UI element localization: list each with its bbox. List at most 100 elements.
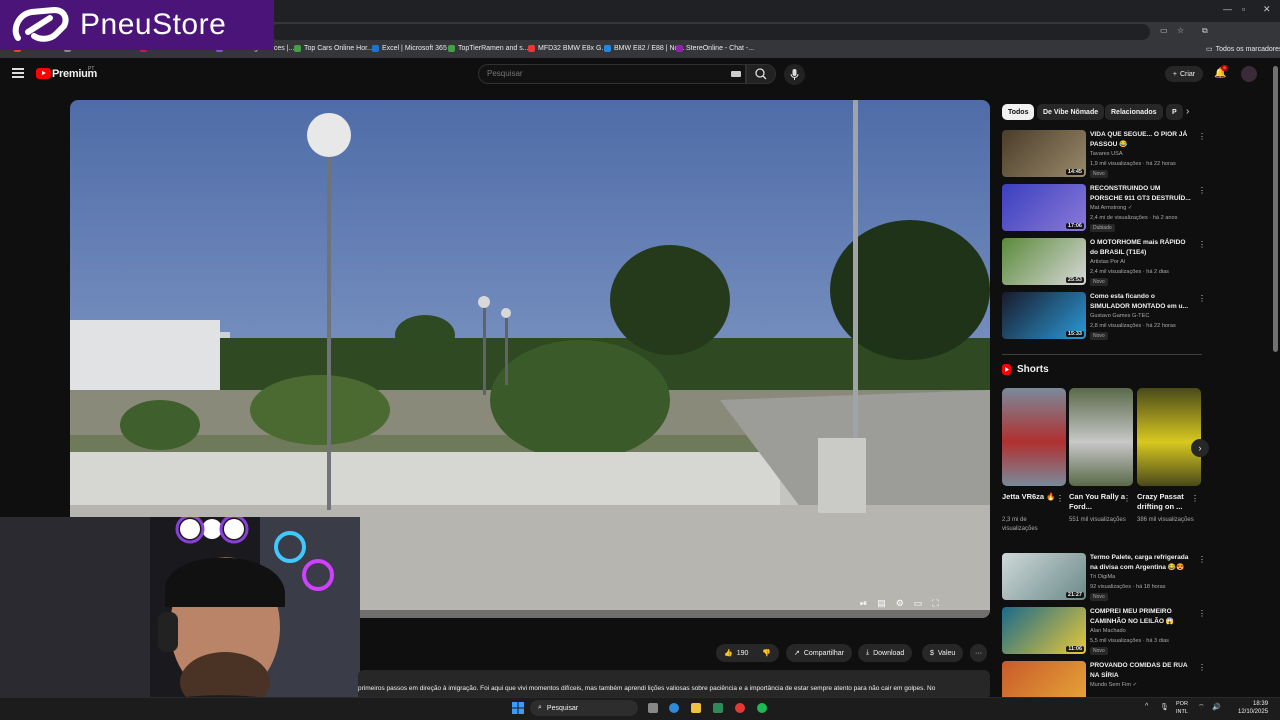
more-options-icon[interactable]: ⋮ bbox=[1198, 240, 1206, 249]
video-recommendation[interactable]: 15:33 Como esta ficando o SIMULADOR MONTA… bbox=[1002, 292, 1206, 344]
channel-name[interactable]: Gustavo Games G-TEC bbox=[1090, 313, 1149, 319]
star-icon[interactable]: ☆ bbox=[1177, 26, 1184, 35]
video-thumbnail[interactable]: 21:27 bbox=[1002, 553, 1086, 600]
thanks-button[interactable]: $ Valeu bbox=[922, 644, 964, 662]
short-thumbnail[interactable] bbox=[1069, 388, 1133, 486]
video-thumbnail[interactable]: 14:45 bbox=[1002, 130, 1086, 177]
bookmark-item[interactable]: Excel | Microsoft 365 bbox=[372, 45, 447, 52]
file-explorer-icon[interactable] bbox=[691, 703, 701, 713]
wifi-icon[interactable]: ⌔ bbox=[1198, 703, 1205, 712]
video-title[interactable]: COMPREI MEU PRIMEIRO CAMINHÃO NO LEILÃO … bbox=[1090, 607, 1192, 626]
more-options-icon[interactable]: ⋮ bbox=[1198, 609, 1206, 618]
fullscreen-icon[interactable]: ⛶ bbox=[932, 598, 938, 614]
video-thumbnail[interactable]: 15:33 bbox=[1002, 292, 1086, 339]
video-thumbnail[interactable]: 25:53 bbox=[1002, 238, 1086, 285]
search-input[interactable] bbox=[487, 69, 717, 78]
more-options-icon[interactable]: ⋮ bbox=[1191, 494, 1199, 503]
url-field[interactable] bbox=[270, 24, 1150, 40]
short-title[interactable]: Jetta VR6za 🔥 bbox=[1002, 492, 1058, 502]
youtube-logo-icon[interactable] bbox=[36, 68, 51, 79]
channel-name[interactable]: Artistas Por Aí bbox=[1090, 259, 1125, 265]
system-clock[interactable]: 18:39 12/10/2025 bbox=[1238, 700, 1268, 716]
more-options-icon[interactable]: ⋮ bbox=[1198, 186, 1206, 195]
filter-chip[interactable]: P bbox=[1166, 104, 1183, 120]
video-thumbnail[interactable]: 17:06 bbox=[1002, 184, 1086, 231]
short-title[interactable]: Can You Rally a Ford... bbox=[1069, 492, 1125, 512]
menu-icon[interactable] bbox=[12, 68, 24, 78]
autoplay-toggle[interactable]: ⏯ bbox=[860, 598, 867, 614]
input-language[interactable]: POR INTL bbox=[1176, 700, 1188, 716]
filter-chip[interactable]: De Vibe Nômade bbox=[1037, 104, 1105, 120]
all-bookmarks-folder[interactable]: ▭ Todos os marcadores bbox=[1206, 45, 1280, 54]
bookmark-item[interactable]: Top Cars Online Hor... bbox=[294, 45, 373, 52]
settings-icon[interactable]: ⚙ bbox=[896, 598, 904, 614]
video-recommendation[interactable]: 14:45 VIDA QUE SEGUE... O PIOR JÁ PASSOU … bbox=[1002, 130, 1206, 182]
channel-name[interactable]: Tavares USA bbox=[1090, 151, 1123, 157]
volume-icon[interactable]: 🔊 bbox=[1212, 703, 1221, 711]
video-recommendation[interactable]: 21:27 Termo Palete, carga refrigerada na … bbox=[1002, 553, 1206, 605]
windows-start-icon[interactable] bbox=[512, 702, 524, 714]
theater-mode-icon[interactable]: ▭ bbox=[914, 598, 923, 614]
video-title[interactable]: PROVANDO COMIDAS DE RUA NA SÍRIA bbox=[1090, 661, 1192, 680]
video-title[interactable]: Como esta ficando o SIMULADOR MONTADO em… bbox=[1090, 292, 1192, 311]
maximize-icon[interactable]: ▫ bbox=[1242, 4, 1245, 14]
video-recommendation[interactable]: 17:06 RECONSTRUINDO UM PORSCHE 911 GT3 DE… bbox=[1002, 184, 1206, 236]
spotify-icon[interactable] bbox=[757, 703, 767, 713]
video-title[interactable]: VIDA QUE SEGUE... O PIOR JÁ PASSOU 😂 bbox=[1090, 130, 1192, 149]
more-options-icon[interactable]: ⋮ bbox=[1198, 132, 1206, 141]
like-button[interactable]: 👍 190 👎 bbox=[716, 644, 780, 662]
download-button[interactable]: ⤓ Download bbox=[858, 644, 913, 662]
video-description[interactable]: primeiros passos em direção à imigração.… bbox=[358, 670, 990, 700]
more-actions-button[interactable]: ··· bbox=[970, 644, 987, 662]
dislike-icon[interactable]: 👎 bbox=[762, 649, 771, 657]
filter-chip[interactable]: Todos bbox=[1002, 104, 1035, 120]
region-code: PT bbox=[88, 66, 95, 72]
channel-name[interactable]: Mat Armstrong ✓ bbox=[1090, 205, 1133, 211]
video-recommendation[interactable]: 25:53 O MOTORHOME mais RÁPIDO do BRASIL (… bbox=[1002, 238, 1206, 290]
video-thumbnail[interactable]: 11:06 bbox=[1002, 607, 1086, 654]
bookmark-item[interactable]: BMW E82 / E88 | No... bbox=[604, 45, 684, 52]
short-title[interactable]: Crazy Passat drifting on ... bbox=[1137, 492, 1193, 512]
app-icon[interactable] bbox=[713, 703, 723, 713]
more-options-icon[interactable]: ⋮ bbox=[1123, 494, 1131, 503]
filter-chip[interactable]: Relacionados bbox=[1105, 104, 1163, 120]
microphone-tray-icon[interactable]: 🎙 bbox=[1160, 703, 1169, 711]
shorts-next-icon[interactable]: › bbox=[1191, 439, 1209, 457]
more-options-icon[interactable]: ⋮ bbox=[1198, 294, 1206, 303]
share-button[interactable]: ↗ Compartilhar bbox=[786, 644, 852, 662]
close-icon[interactable]: ✕ bbox=[1263, 4, 1271, 15]
bookmark-item[interactable]: StereOnline - Chat -... bbox=[676, 45, 754, 52]
video-recommendation[interactable]: 11:06 COMPREI MEU PRIMEIRO CAMINHÃO NO LE… bbox=[1002, 607, 1206, 659]
user-avatar[interactable] bbox=[1241, 66, 1257, 82]
minimize-icon[interactable]: — bbox=[1223, 4, 1232, 14]
video-title[interactable]: O MOTORHOME mais RÁPIDO do BRASIL (T1E4) bbox=[1090, 238, 1192, 257]
bookmark-item[interactable]: MFD32 BMW E8x G... bbox=[528, 45, 607, 52]
video-title[interactable]: Termo Palete, carga refrigerada na divis… bbox=[1090, 553, 1192, 572]
video-title[interactable]: RECONSTRUINDO UM PORSCHE 911 GT3 DESTRUÍ… bbox=[1090, 184, 1192, 203]
voice-search-button[interactable] bbox=[784, 64, 805, 85]
more-options-icon[interactable]: ⋮ bbox=[1198, 663, 1206, 672]
chrome-icon[interactable] bbox=[735, 703, 745, 713]
more-options-icon[interactable]: ⋮ bbox=[1056, 494, 1064, 503]
channel-name[interactable]: Tri DigiMa bbox=[1090, 574, 1115, 580]
short-thumbnail[interactable] bbox=[1002, 388, 1066, 486]
more-options-icon[interactable]: ⋮ bbox=[1198, 555, 1206, 564]
tray-chevron-icon[interactable]: ^ bbox=[1145, 703, 1148, 710]
channel-name[interactable]: Mundo Sem Fim ✓ bbox=[1090, 682, 1137, 688]
cast-icon[interactable]: ▭ bbox=[1160, 26, 1168, 35]
extensions-icon[interactable]: ⧉ bbox=[1202, 26, 1208, 36]
create-button[interactable]: + Criar bbox=[1165, 66, 1203, 82]
subtitles-icon[interactable]: ▤ bbox=[877, 598, 886, 614]
taskbar-search[interactable]: ⌕ Pesquisar bbox=[530, 700, 638, 716]
duration-badge: 15:33 bbox=[1065, 331, 1084, 337]
bookmark-item[interactable]: TopTierRamen and s... bbox=[448, 45, 529, 52]
search-box[interactable] bbox=[478, 64, 746, 84]
chips-next-icon[interactable]: › bbox=[1186, 106, 1189, 117]
task-view-icon[interactable] bbox=[648, 703, 658, 713]
channel-name[interactable]: Alan Machado bbox=[1090, 628, 1126, 634]
copilot-icon[interactable] bbox=[669, 703, 679, 713]
keyboard-icon[interactable] bbox=[731, 71, 741, 77]
short-thumbnail[interactable] bbox=[1137, 388, 1201, 486]
search-button[interactable] bbox=[746, 64, 776, 84]
page-scrollbar[interactable] bbox=[1273, 66, 1278, 352]
